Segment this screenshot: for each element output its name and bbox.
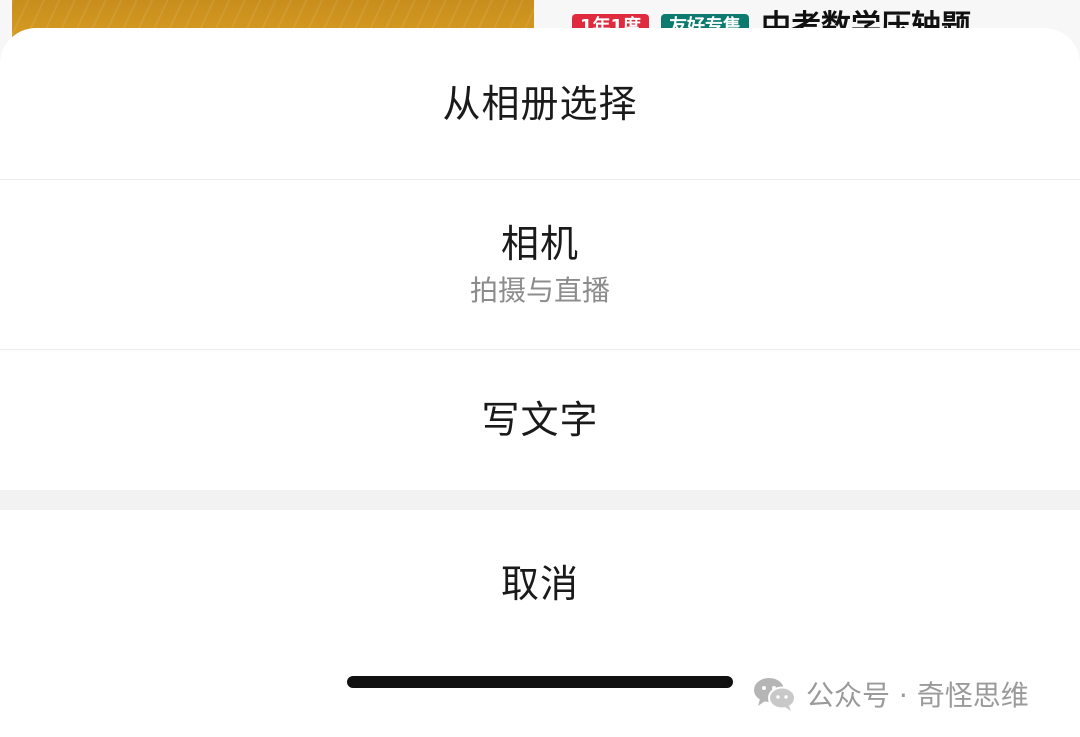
choose-from-album-label: 从相册选择 [442,81,638,126]
cancel-label: 取消 [500,562,579,606]
watermark-text: 公众号 · 奇怪思维 [806,679,1029,712]
watermark: 公众号 · 奇怪思维 [752,672,1029,716]
camera-button[interactable]: 相机 拍摄与直播 [0,180,1080,349]
camera-sublabel: 拍摄与直播 [469,273,610,307]
cancel-button[interactable]: 取消 [0,510,1080,658]
action-sheet: 从相册选择 相机 拍摄与直播 写文字 取消 [0,28,1080,737]
write-text-button[interactable]: 写文字 [0,350,1080,490]
section-separator [0,490,1080,510]
camera-label: 相机 [500,221,579,266]
wechat-icon [754,678,796,711]
write-text-label: 写文字 [481,398,599,442]
choose-from-album-button[interactable]: 从相册选择 [0,28,1080,179]
home-indicator[interactable] [347,676,733,688]
